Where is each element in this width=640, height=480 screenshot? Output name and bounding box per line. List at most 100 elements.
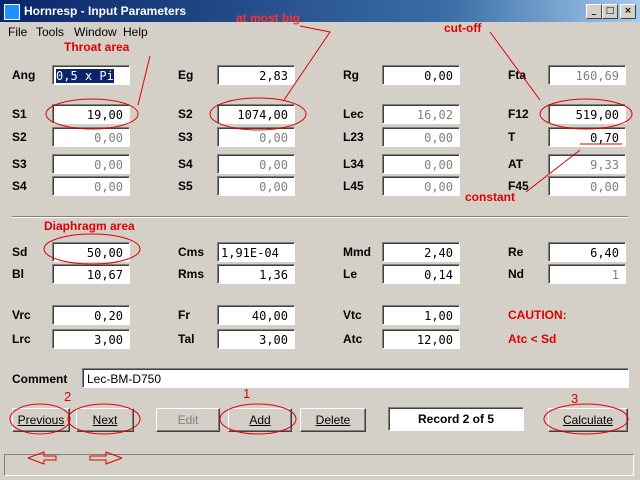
close-button[interactable]: ×: [620, 4, 636, 19]
eg-field[interactable]: 2,83: [217, 65, 295, 85]
caution-title: CAUTION:: [508, 308, 567, 322]
at-most-big-annotation: at most big: [236, 11, 301, 25]
label-s3: S3: [178, 130, 193, 144]
rg-field[interactable]: 0,00: [382, 65, 460, 85]
s1-field[interactable]: 19,00: [52, 104, 130, 124]
s3b-field[interactable]: 0,00: [52, 154, 130, 174]
label-l23: L23: [343, 130, 364, 144]
label-eg: Eg: [178, 68, 194, 82]
f45-field[interactable]: 0,00: [548, 176, 626, 196]
s5-field[interactable]: 0,00: [217, 176, 295, 196]
throat-area-annotation: Throat area: [64, 40, 130, 54]
vtc-field[interactable]: 1,00: [382, 305, 460, 325]
separator: [12, 216, 628, 218]
fr-field[interactable]: 40,00: [217, 305, 295, 325]
label-s4: S4: [178, 157, 193, 171]
label-s5: S5: [178, 179, 193, 193]
label-lrc: Lrc: [12, 332, 31, 346]
title-bar: Hornresp - Input Parameters _ □ ×: [0, 0, 640, 22]
at-field: 9,33: [548, 154, 626, 174]
label-l45: L45: [343, 179, 364, 193]
status-bar: [4, 454, 634, 476]
label-l34: L34: [343, 157, 364, 171]
cms-field[interactable]: 1,91E-04: [217, 242, 295, 262]
cutoff-line: [489, 31, 541, 101]
label-t: T: [508, 130, 516, 144]
lrc-field[interactable]: 3,00: [52, 329, 130, 349]
label-rms: Rms: [178, 267, 205, 281]
label-ang: Ang: [12, 68, 36, 82]
menu-tools[interactable]: Tools: [36, 25, 64, 39]
lec-field: 16,02: [382, 104, 460, 124]
label-tal: Tal: [178, 332, 195, 346]
label-cms: Cms: [178, 245, 205, 259]
label-s4b: S4: [12, 179, 27, 193]
calculate-button[interactable]: Calculate: [548, 408, 628, 432]
re-field[interactable]: 6,40: [548, 242, 626, 262]
label-re: Re: [508, 245, 524, 259]
label-vtc: Vtc: [343, 308, 362, 322]
s4b-field[interactable]: 0,00: [52, 176, 130, 196]
label-fta: Fta: [508, 68, 526, 82]
next-button[interactable]: Next: [76, 408, 134, 432]
cut-off-annotation: cut-off: [444, 21, 482, 35]
label-f12: F12: [508, 107, 529, 121]
menu-window[interactable]: Window: [74, 25, 117, 39]
label-fr: Fr: [178, 308, 190, 322]
window-title: Hornresp - Input Parameters: [24, 4, 187, 18]
app-icon: [4, 4, 20, 20]
ang-field[interactable]: 0,5 x Pi: [52, 65, 130, 85]
sd-field[interactable]: 50,00: [52, 242, 130, 262]
step-1-annotation: 1: [243, 386, 251, 401]
atc-field[interactable]: 12,00: [382, 329, 460, 349]
label-le: Le: [343, 267, 358, 281]
step-3-annotation: 3: [571, 391, 579, 406]
label-s2: S2: [178, 107, 193, 121]
mmd-field[interactable]: 2,40: [382, 242, 460, 262]
label-mmd: Mmd: [343, 245, 371, 259]
step-2-annotation: 2: [64, 389, 72, 404]
label-lec: Lec: [343, 107, 364, 121]
menu-file[interactable]: File: [8, 25, 27, 39]
s3-field[interactable]: 0,00: [217, 127, 295, 147]
s4-field[interactable]: 0,00: [217, 154, 295, 174]
label-nd: Nd: [508, 267, 524, 281]
caution-text: Atc < Sd: [508, 332, 557, 346]
menu-bar: File Tools Window Help: [0, 22, 640, 42]
maximize-button[interactable]: □: [602, 4, 618, 19]
record-indicator: Record 2 of 5: [388, 407, 524, 431]
minimize-button[interactable]: _: [586, 4, 602, 19]
label-atc: Atc: [343, 332, 363, 346]
l34-field[interactable]: 0,00: [382, 154, 460, 174]
bl-field[interactable]: 10,67: [52, 264, 130, 284]
menu-help[interactable]: Help: [123, 25, 148, 39]
s2-field[interactable]: 1074,00: [217, 104, 295, 124]
tal-field[interactable]: 3,00: [217, 329, 295, 349]
vrc-field[interactable]: 0,20: [52, 305, 130, 325]
label-s3b: S3: [12, 157, 27, 171]
label-vrc: Vrc: [12, 308, 31, 322]
l23-field[interactable]: 0,00: [382, 127, 460, 147]
previous-button[interactable]: Previous: [12, 408, 70, 432]
add-button[interactable]: Add: [228, 408, 292, 432]
le-field[interactable]: 0,14: [382, 264, 460, 284]
nd-field[interactable]: 1: [548, 264, 626, 284]
f12-field[interactable]: 519,00: [548, 104, 626, 124]
comment-input[interactable]: Lec-BM-D750: [82, 368, 629, 388]
s2b-field[interactable]: 0,00: [52, 127, 130, 147]
throat-line: [137, 55, 151, 106]
l45-field[interactable]: 0,00: [382, 176, 460, 196]
label-bl: Bl: [12, 267, 24, 281]
label-s2b: S2: [12, 130, 27, 144]
rms-field[interactable]: 1,36: [217, 264, 295, 284]
t-field[interactable]: 0,70: [548, 127, 626, 147]
label-rg: Rg: [343, 68, 359, 82]
label-s1: S1: [12, 107, 27, 121]
fta-field: 160,69: [548, 65, 626, 85]
delete-button[interactable]: Delete: [300, 408, 366, 432]
edit-button: Edit: [156, 408, 220, 432]
diaphragm-area-annotation: Diaphragm area: [44, 219, 135, 233]
label-at: AT: [508, 157, 524, 171]
label-sd: Sd: [12, 245, 28, 259]
constant-annotation: constant: [465, 190, 516, 204]
